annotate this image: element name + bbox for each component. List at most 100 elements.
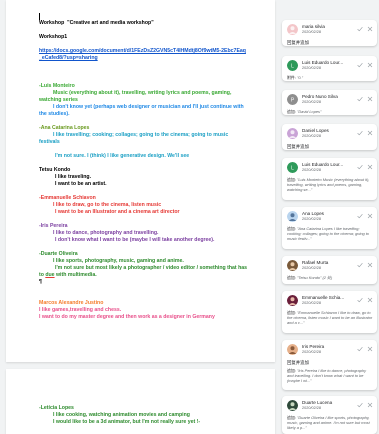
accept-check-icon[interactable]: [357, 402, 363, 408]
pilcrow-mark: ¶: [39, 279, 42, 285]
avatar: [287, 260, 298, 271]
comment-date: 2020/02/28: [302, 300, 322, 305]
accept-check-icon[interactable]: [357, 62, 363, 68]
entry-emmanuelle-line: I want to be an Illustrator and a cinema…: [55, 209, 180, 215]
comment-date: 2020/02/28: [302, 167, 322, 172]
avatar: P: [287, 94, 298, 105]
suggestion-action: 回复并追加: [287, 40, 309, 45]
avatar: [287, 295, 298, 306]
suggestion-text: 追加: "Ana Catarina Lopes I like travellin…: [287, 226, 369, 242]
entry-ana-line: festivals: [39, 139, 60, 145]
reject-close-icon[interactable]: [367, 346, 373, 352]
entry-ana-line: I like travelling; cooking; collages; go…: [53, 132, 229, 138]
entry-leticia-name: -Letícia Lopes: [39, 405, 74, 411]
suggestion-card[interactable]: Daniel Lopes 2020/02/28 回复并追加: [282, 124, 377, 150]
entry-luis-line: watching series: [39, 97, 78, 103]
suggestion-card[interactable]: Iris Pereira 2020/02/28 回复并追加 追加: "Iris P…: [282, 340, 377, 390]
comment-date: 2020/02/28: [302, 216, 322, 221]
doc-link[interactable]: https://docs.google.com/document/d/1FEzD…: [39, 48, 271, 62]
entry-tetsu-line: I want to be an artist.: [55, 181, 107, 187]
entry-duarte-line: to due with multimedia.: [39, 272, 97, 278]
reject-close-icon[interactable]: [367, 262, 373, 268]
reject-close-icon[interactable]: [367, 130, 373, 136]
suggestion-text: 追加: "Emmanuelle Schiavon I like to draw,…: [287, 310, 373, 326]
suggestion-card[interactable]: L Luis Eduardo Lour... 2020/02/28 追加: "Lu…: [282, 158, 377, 200]
document-page-2[interactable]: -Letícia Lopes I like cooking, watching …: [6, 369, 275, 434]
accept-check-icon[interactable]: [357, 26, 363, 32]
reject-close-icon[interactable]: [367, 62, 373, 68]
text-cursor-line: [39, 13, 271, 20]
accept-check-icon[interactable]: [357, 346, 363, 352]
avatar: [287, 344, 298, 355]
svg-text:L: L: [291, 165, 294, 171]
accept-check-icon[interactable]: [357, 213, 363, 219]
entry-ana-name: -Ana Catarina Lopes: [39, 125, 90, 131]
entry-emmanuelle-name: -Emmanuelle Schiavon: [39, 195, 96, 201]
avatar: L: [287, 162, 298, 173]
suggestions-panel: maria silvia 2020/02/28 回复并追加 L Luis Edua…: [282, 0, 379, 434]
entry-duarte-name: -Duarte Oliveira: [39, 251, 78, 257]
entry-luis-name: -Luis Monteiro: [39, 83, 75, 89]
entry-tetsu-name: Tetsu Kondo: [39, 167, 71, 173]
entry-tetsu-line: I like traveling.: [55, 174, 92, 180]
entry-emmanuelle-line: I like to draw, go to the cinema, listen…: [53, 202, 162, 208]
suggestion-card[interactable]: L Luis Eduardo Lour... 2020/02/28 附件: "0.…: [282, 56, 377, 81]
suggestion-card[interactable]: maria silvia 2020/02/28 回复并追加: [282, 20, 377, 46]
accept-check-icon[interactable]: [357, 164, 363, 170]
suggestion-card[interactable]: Emmanuelle Schia... 2020/02/28 追加: "Emman…: [282, 291, 377, 333]
suggestion-text: 追加: "Iris Pereira I like to dance, photo…: [287, 368, 367, 384]
accept-check-icon[interactable]: [357, 297, 363, 303]
entry-leticia-line: I would like to be a 3d animator, but I'…: [53, 419, 201, 425]
reject-close-icon[interactable]: [367, 213, 373, 219]
entry-luis-line: the studies).: [39, 111, 70, 117]
suggestion-card[interactable]: Rafael Murta 2020/02/28 追加: "Tetsu Kondo"…: [282, 256, 377, 284]
comment-date: 2020/02/28: [302, 99, 322, 104]
suggestion-text: 追加: "Duarte Oliveira I like sports, phot…: [287, 415, 370, 431]
reject-close-icon[interactable]: [367, 96, 373, 102]
suggestion-action: 回复并追加: [287, 360, 309, 365]
avatar: [287, 211, 298, 222]
entry-duarte-line: I'm not sure but most likely a photograp…: [55, 265, 248, 271]
avatar: [287, 128, 298, 139]
suggestion-text: 追加: "Luis Monteiro Music (everything abo…: [287, 177, 370, 193]
avatar: [287, 24, 298, 35]
comment-date: 2020/02/28: [302, 133, 322, 138]
entry-luis-line: Music (everything about it), travelling,…: [53, 90, 232, 96]
avatar: [287, 400, 298, 411]
doc-title: Workshop "Creative art and media worksho…: [39, 20, 154, 26]
accept-check-icon[interactable]: [357, 262, 363, 268]
entry-ana-line: I'm not sure. I (think) I like generativ…: [55, 153, 190, 159]
accept-check-icon[interactable]: [357, 96, 363, 102]
suggestion-card[interactable]: Duarte Lucena 2020/02/28 追加: "Duarte Oliv…: [282, 396, 377, 434]
entry-leticia-line: I like cooking, watching animation movie…: [53, 412, 190, 418]
suggestion-action: 回复并追加: [287, 144, 309, 149]
comment-date: 2020/02/28: [302, 265, 322, 270]
comment-date: 2020/02/28: [302, 65, 322, 70]
suggestion-card[interactable]: P Pedro Nuno Silva 2020/02/28 追加: "David …: [282, 90, 377, 115]
entry-duarte-line: I like sports, photography, music, gamin…: [53, 258, 184, 264]
document-page[interactable]: Workshop "Creative art and media worksho…: [6, 0, 275, 362]
entry-iris-line: I don't know what I want to be (maybe I …: [55, 237, 215, 243]
reject-close-icon[interactable]: [367, 297, 373, 303]
avatar: L: [287, 60, 298, 71]
suggestion-card[interactable]: Ana Lopes 2020/02/28 追加: "Ana Catarina Lo…: [282, 207, 377, 249]
entry-iris-name: -Iris Pereira: [39, 223, 68, 229]
comment-date: 2020/02/28: [302, 349, 322, 354]
entry-marcos-line: I like games,travelling and chess.: [39, 307, 122, 313]
svg-text:L: L: [291, 63, 294, 69]
entry-marcos-name: Marcos Alexandre Justino: [39, 300, 104, 306]
entry-iris-line: I like to dance, photography and travell…: [53, 230, 159, 236]
reject-close-icon[interactable]: [367, 402, 373, 408]
accept-check-icon[interactable]: [357, 130, 363, 136]
spellcheck-word[interactable]: due: [45, 272, 54, 278]
reject-close-icon[interactable]: [367, 26, 373, 32]
suggestion-text: 追加: "Tetsu Kondo" (2 处): [287, 275, 333, 280]
comment-date: 2020/02/28: [302, 29, 322, 34]
entry-luis-line: I don't know yet (perhaps web designer o…: [53, 104, 244, 110]
entry-marcos-line: I want to do my master degree and then w…: [39, 314, 215, 320]
reject-close-icon[interactable]: [367, 164, 373, 170]
suggestion-text: 追加: "David Lopes": [287, 109, 322, 114]
comment-date: 2020/02/28: [302, 405, 322, 410]
text-cursor: [39, 13, 40, 20]
suggestion-text: 附件: "0.": [287, 75, 303, 80]
